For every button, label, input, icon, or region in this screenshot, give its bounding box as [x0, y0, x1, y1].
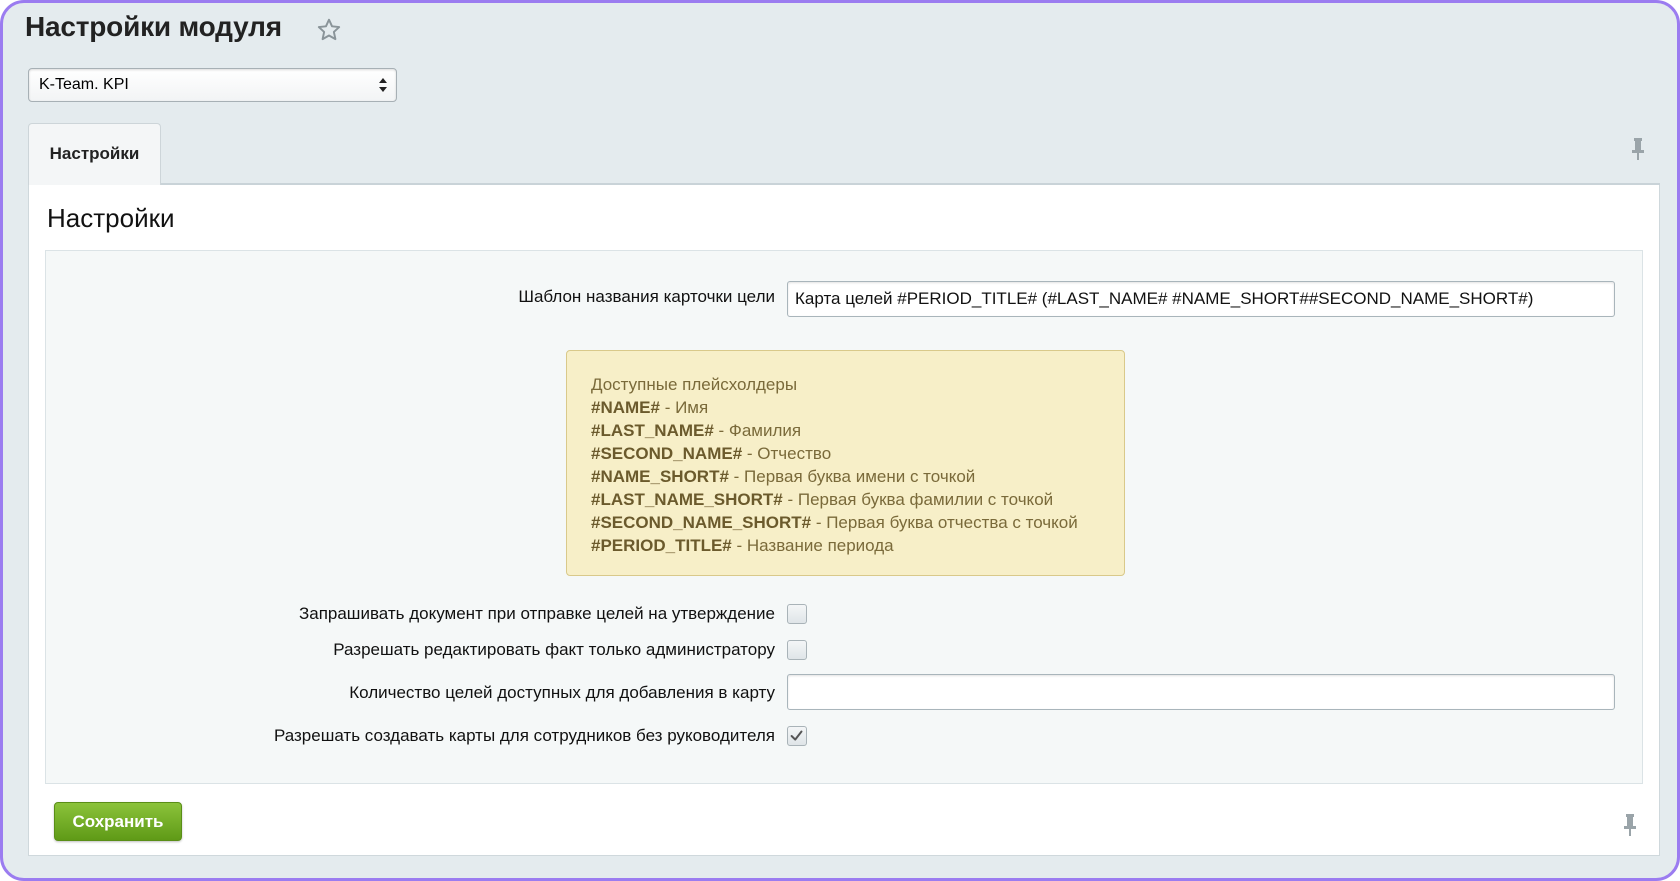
window-frame: Настройки модуля K-Team. KPI Настройки Н…	[0, 0, 1680, 881]
hint-item: #LAST_NAME# - Фамилия	[591, 421, 802, 440]
admin-only-edit-fact-label: Разрешать редактировать факт только адми…	[333, 640, 775, 659]
request-document-label: Запрашивать документ при отправке целей …	[298, 604, 775, 623]
placeholders-hint: Доступные плейсхолдеры #NAME# - Имя #LAS…	[566, 350, 1125, 576]
pin-icon[interactable]	[1622, 813, 1638, 837]
save-button[interactable]: Сохранить	[54, 802, 182, 841]
allow-no-manager-checkbox[interactable]	[787, 726, 807, 746]
allow-no-manager-label: Разрешать создавать карты для сотруднико…	[273, 726, 775, 745]
select-arrows-icon	[379, 78, 387, 92]
hint-item: #LAST_NAME_SHORT# - Первая буква фамилии…	[591, 490, 1054, 509]
hint-item: #NAME_SHORT# - Первая буква имени с точк…	[591, 467, 976, 486]
checkmark-icon	[790, 730, 803, 741]
hint-item: #PERIOD_TITLE# - Название периода	[591, 536, 894, 555]
module-select-value: K-Team. KPI	[39, 76, 129, 93]
card-title-template-input[interactable]: Карта целей #PERIOD_TITLE# (#LAST_NAME# …	[787, 281, 1615, 317]
goals-count-input[interactable]	[787, 674, 1615, 710]
section-title: Настройки	[47, 203, 175, 233]
pin-icon[interactable]	[1630, 137, 1646, 161]
hint-item: #NAME# - Имя	[591, 398, 709, 417]
settings-panel: Настройки Шаблон названия карточки цели …	[28, 185, 1660, 856]
admin-only-edit-fact-checkbox[interactable]	[787, 640, 807, 660]
request-document-checkbox[interactable]	[787, 604, 807, 624]
page-title: Настройки модуля	[25, 11, 282, 42]
hint-item: #SECOND_NAME# - Отчество	[591, 444, 832, 463]
goals-count-label: Количество целей доступных для добавлени…	[349, 683, 775, 702]
tab-settings[interactable]: Настройки	[28, 123, 161, 185]
hint-heading: Доступные плейсхолдеры	[591, 375, 798, 394]
settings-form: Шаблон названия карточки цели Карта целе…	[45, 250, 1643, 784]
card-title-template-label: Шаблон названия карточки цели	[518, 287, 775, 306]
star-icon[interactable]	[316, 17, 342, 43]
hint-item: #SECOND_NAME_SHORT# - Первая буква отчес…	[591, 513, 1078, 532]
tab-strip: Настройки	[28, 123, 1660, 185]
module-select[interactable]: K-Team. KPI	[28, 68, 397, 102]
